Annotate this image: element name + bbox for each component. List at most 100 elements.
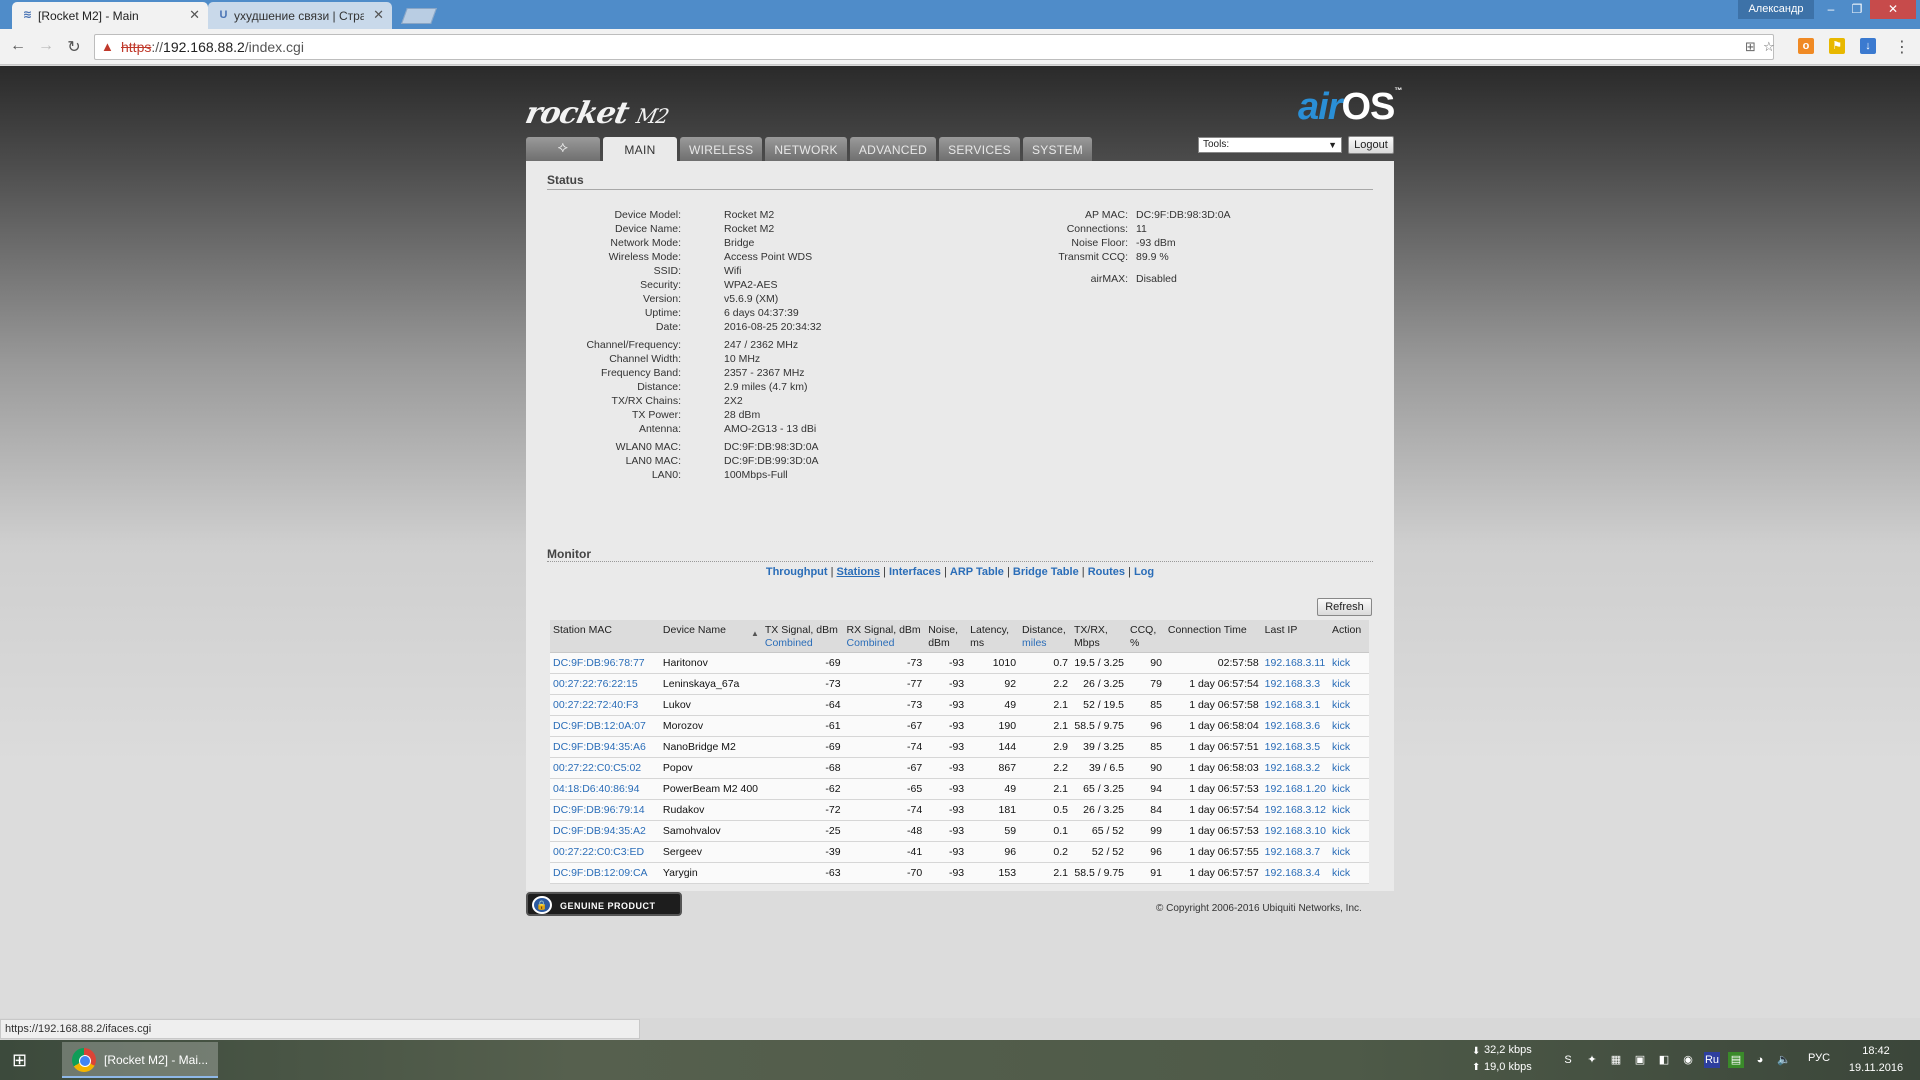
tab-services[interactable]: SERVICES xyxy=(939,137,1020,161)
tray-app-icon[interactable]: ◕ xyxy=(1752,1052,1768,1068)
column-label: Last IP xyxy=(1264,624,1298,636)
tools-select[interactable]: Tools: ▼ xyxy=(1198,137,1342,153)
reload-icon[interactable]: ↻ xyxy=(64,37,84,57)
close-tab-icon[interactable]: ✕ xyxy=(189,7,200,23)
kick-link[interactable]: kick xyxy=(1328,715,1369,737)
translate-icon[interactable]: ⊞ xyxy=(1745,35,1756,59)
station-mac[interactable]: DC:9F:DB:94:35:A6 xyxy=(550,736,660,758)
back-icon[interactable]: ← xyxy=(8,37,28,55)
tab-rocket-main[interactable]: ≋ [Rocket M2] - Main ✕ xyxy=(12,2,208,29)
minimize-icon[interactable]: – xyxy=(1818,0,1844,19)
kick-link[interactable]: kick xyxy=(1328,736,1369,758)
new-tab-button[interactable] xyxy=(401,8,437,24)
menu-icon[interactable]: ⋮ xyxy=(1892,37,1912,57)
tab-forum[interactable]: U ухудшение связи | Стра ✕ xyxy=(208,2,392,29)
volume-icon[interactable]: 🔈 xyxy=(1776,1052,1792,1068)
last-ip[interactable]: 192.168.3.6 xyxy=(1261,715,1329,737)
last-ip[interactable]: 192.168.3.1 xyxy=(1261,694,1329,716)
maximize-icon[interactable]: ❐ xyxy=(1844,0,1870,19)
tray-app-icon[interactable]: ✦ xyxy=(1584,1052,1600,1068)
monitor-link-log[interactable]: Log xyxy=(1134,566,1154,578)
taskbar-chrome-item[interactable]: [Rocket M2] - Mai... xyxy=(62,1042,218,1078)
tab-system[interactable]: SYSTEM xyxy=(1022,137,1093,161)
station-mac[interactable]: 00:27:22:C0:C3:ED xyxy=(550,841,660,863)
last-ip[interactable]: 192.168.3.4 xyxy=(1261,862,1329,884)
column-header[interactable]: Noise, dBm xyxy=(925,620,968,653)
last-ip[interactable]: 192.168.3.2 xyxy=(1261,757,1329,779)
station-mac[interactable]: DC:9F:DB:96:79:14 xyxy=(550,799,660,821)
forward-icon[interactable]: → xyxy=(36,37,56,55)
kick-link[interactable]: kick xyxy=(1328,673,1369,695)
ccq: 91 xyxy=(1127,862,1165,884)
column-header[interactable]: Distance, miles xyxy=(1019,620,1072,653)
station-mac[interactable]: DC:9F:DB:96:78:77 xyxy=(550,652,660,674)
last-ip[interactable]: 192.168.1.20 xyxy=(1261,778,1329,800)
last-ip[interactable]: 192.168.3.5 xyxy=(1261,736,1329,758)
column-header[interactable]: CCQ, % xyxy=(1127,620,1165,653)
clock[interactable]: 18:42 19.11.2016 xyxy=(1846,1043,1906,1077)
column-header[interactable]: RX Signal, dBm Combined xyxy=(843,620,926,653)
nvidia-icon[interactable]: ▤ xyxy=(1728,1052,1744,1068)
column-header[interactable]: Device Name ▲ xyxy=(659,620,762,653)
kick-link[interactable]: kick xyxy=(1328,694,1369,716)
rx-signal: -73 xyxy=(843,694,926,716)
tab-network[interactable]: NETWORK xyxy=(765,137,847,161)
task-view-icon[interactable]: ⊞ xyxy=(12,1050,40,1070)
tab-main[interactable]: MAIN xyxy=(603,137,677,162)
station-mac[interactable]: 00:27:22:C0:C5:02 xyxy=(550,757,660,779)
column-header[interactable]: Latency, ms xyxy=(967,620,1020,653)
kick-link[interactable]: kick xyxy=(1328,841,1369,863)
kick-link[interactable]: kick xyxy=(1328,778,1369,800)
ubiquiti-logo-tab[interactable]: ⟡ xyxy=(526,137,600,161)
monitor-link-throughput[interactable]: Throughput xyxy=(766,566,828,578)
kick-link[interactable]: kick xyxy=(1328,862,1369,884)
last-ip[interactable]: 192.168.3.7 xyxy=(1261,841,1329,863)
tray-app-icon[interactable]: ▣ xyxy=(1632,1052,1648,1068)
download-icon[interactable]: ↓ xyxy=(1860,38,1876,54)
station-mac[interactable]: DC:9F:DB:12:09:CA xyxy=(550,862,660,884)
column-header[interactable]: Connection Time xyxy=(1164,620,1262,653)
station-mac[interactable]: 04:18:D6:40:86:94 xyxy=(550,778,660,800)
station-mac[interactable]: DC:9F:DB:94:35:A2 xyxy=(550,820,660,842)
tab-advanced[interactable]: ADVANCED xyxy=(849,137,937,161)
skype-icon[interactable]: S xyxy=(1560,1052,1576,1068)
tray-app-icon[interactable]: ▦ xyxy=(1608,1052,1624,1068)
monitor-link-arp-table[interactable]: ARP Table xyxy=(950,566,1004,578)
tab-wireless[interactable]: WIRELESS xyxy=(680,137,763,161)
column-header[interactable]: Action xyxy=(1328,620,1369,653)
monitor-link-bridge-table[interactable]: Bridge Table xyxy=(1013,566,1079,578)
tray-app-icon[interactable]: ◧ xyxy=(1656,1052,1672,1068)
kick-link[interactable]: kick xyxy=(1328,652,1369,674)
language-indicator[interactable]: РУС xyxy=(1808,1052,1830,1064)
close-window-icon[interactable]: ✕ xyxy=(1870,0,1916,19)
monitor-link-stations[interactable]: Stations xyxy=(837,566,880,578)
logout-button[interactable]: Logout xyxy=(1348,136,1394,154)
ubiquiti-icon: U xyxy=(219,9,228,21)
bookmark-star-icon[interactable]: ☆ xyxy=(1763,35,1775,59)
refresh-button[interactable]: Refresh xyxy=(1317,598,1372,616)
bookmark-flag-icon[interactable]: ⚑ xyxy=(1829,38,1845,54)
station-mac[interactable]: 00:27:22:76:22:15 xyxy=(550,673,660,695)
column-header[interactable]: Station MAC xyxy=(550,620,660,653)
last-ip[interactable]: 192.168.3.3 xyxy=(1261,673,1329,695)
address-bar[interactable]: ▲ https://192.168.88.2/index.cgi ⊞ ☆ xyxy=(94,34,1775,60)
monitor-link-routes[interactable]: Routes xyxy=(1088,566,1125,578)
last-ip[interactable]: 192.168.3.10 xyxy=(1261,820,1329,842)
profile-button[interactable]: Александр xyxy=(1738,0,1814,19)
kick-link[interactable]: kick xyxy=(1328,799,1369,821)
tray-app-icon[interactable]: ◉ xyxy=(1680,1052,1696,1068)
status-label: Distance: xyxy=(637,381,681,393)
close-tab-icon[interactable]: ✕ xyxy=(373,7,384,23)
column-header[interactable]: TX/RX, Mbps xyxy=(1071,620,1127,653)
kick-link[interactable]: kick xyxy=(1328,820,1369,842)
column-header[interactable]: TX Signal, dBm Combined xyxy=(761,620,844,653)
odnoklassniki-icon[interactable]: о xyxy=(1798,38,1814,54)
last-ip[interactable]: 192.168.3.11 xyxy=(1261,652,1329,674)
monitor-link-interfaces[interactable]: Interfaces xyxy=(889,566,941,578)
punto-switcher-icon[interactable]: Ru xyxy=(1704,1052,1720,1068)
station-mac[interactable]: 00:27:22:72:40:F3 xyxy=(550,694,660,716)
kick-link[interactable]: kick xyxy=(1328,757,1369,779)
last-ip[interactable]: 192.168.3.12 xyxy=(1261,799,1329,821)
station-mac[interactable]: DC:9F:DB:12:0A:07 xyxy=(550,715,660,737)
column-header[interactable]: Last IP xyxy=(1261,620,1329,653)
